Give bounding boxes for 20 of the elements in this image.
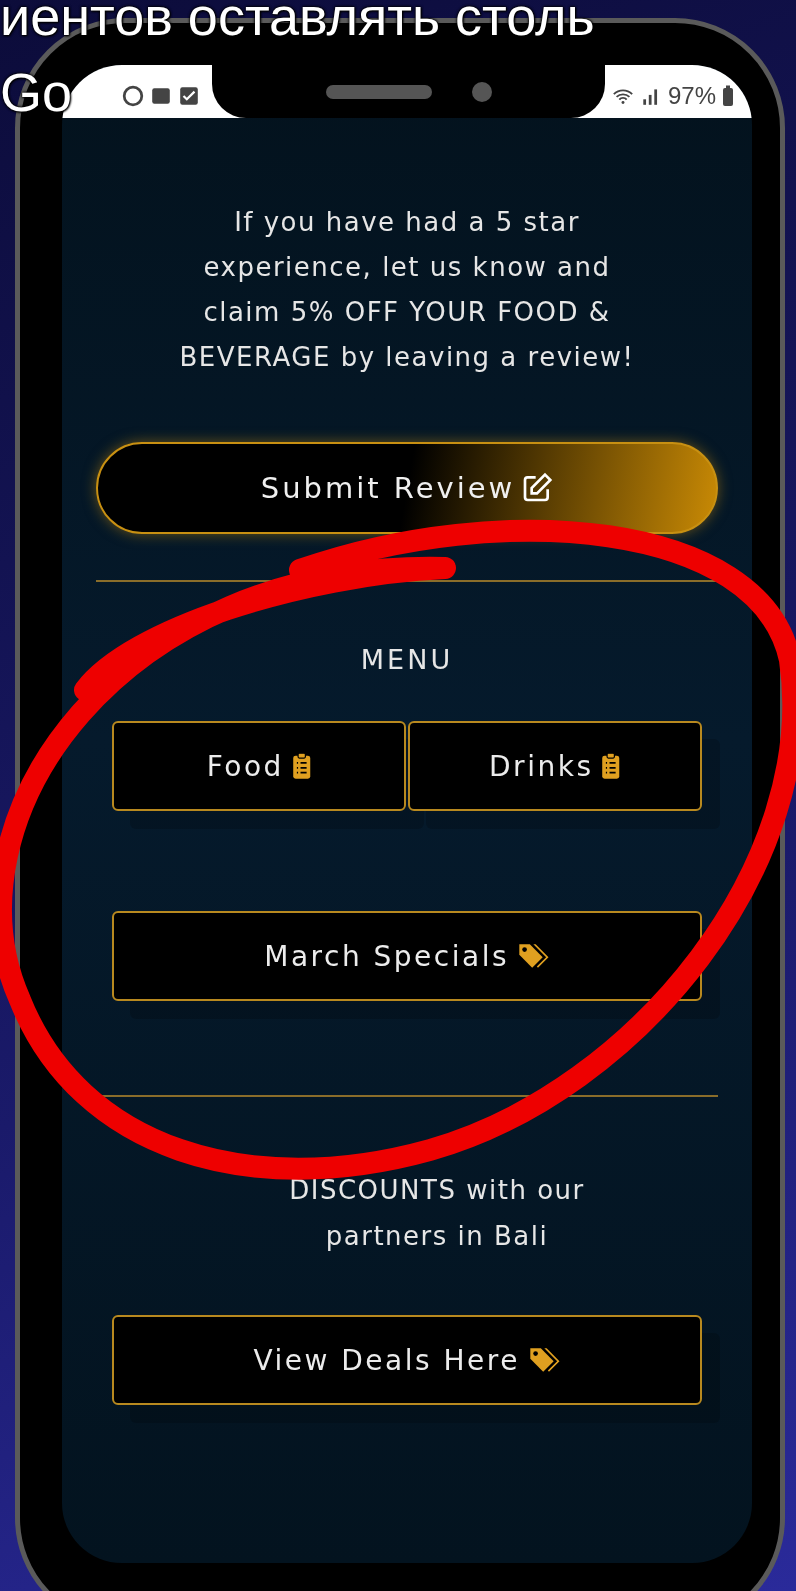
view-deals-button[interactable]: View Deals Here xyxy=(112,1315,702,1405)
partners-text: DISCOUNTS with our partners in Bali xyxy=(288,1174,586,1253)
app-icon xyxy=(122,84,144,107)
battery-icon xyxy=(722,84,734,107)
menu-button[interactable]: Food xyxy=(112,721,406,811)
menu-button[interactable]: Drinks xyxy=(408,721,702,811)
clipboard-icon xyxy=(291,752,312,780)
camera-dot xyxy=(471,81,492,102)
menu-button[interactable]: March Specials xyxy=(112,911,702,1001)
heading-text: Go xyxy=(0,61,73,124)
clipboard-icon xyxy=(601,752,621,780)
tag-icon xyxy=(517,942,550,970)
submit-review-button[interactable]: Submit Review xyxy=(96,442,718,534)
menu-heading: MENU xyxy=(360,644,454,675)
edit-icon xyxy=(521,472,554,504)
checkbox-icon xyxy=(178,84,200,107)
intro-text: If you have had a 5 star experience, let us know and claim 5% OFF YOUR FOOD & BEVERAGE by leaving a review! xyxy=(178,206,636,374)
battery-percentage: 97% xyxy=(667,81,716,110)
heading-text: иентов оставлять столь xyxy=(0,0,595,48)
tag-icon xyxy=(527,1346,561,1374)
